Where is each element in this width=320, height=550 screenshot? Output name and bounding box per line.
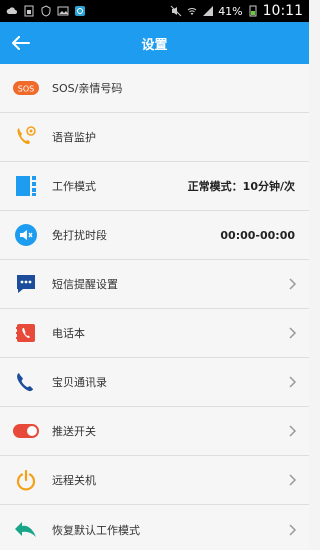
- setting-label: 语音监护: [52, 131, 96, 144]
- phone-monitor-icon: [12, 123, 40, 151]
- setting-restore-default[interactable]: 恢复默认工作模式: [0, 505, 309, 550]
- sms-icon: [12, 270, 40, 298]
- page-title: 设置: [141, 37, 168, 53]
- setting-sms-reminder[interactable]: 短信提醒设置: [0, 260, 309, 309]
- mute-speaker-icon: [12, 221, 40, 249]
- setting-label: 短信提醒设置: [52, 278, 118, 291]
- setting-label: 恢复默认工作模式: [52, 523, 140, 537]
- battery-icon: [249, 5, 257, 17]
- chevron-right-icon: [287, 523, 299, 536]
- setting-do-not-disturb[interactable]: 免打扰时段 00:00-00:00: [0, 211, 309, 260]
- setting-work-mode[interactable]: 工作模式 正常模式：10分钟/次: [0, 162, 309, 211]
- setting-baby-contacts[interactable]: 宝贝通讯录: [0, 358, 309, 407]
- setting-voice-monitor[interactable]: 语音监护: [0, 113, 309, 162]
- setting-label: 免打扰时段: [52, 229, 107, 242]
- status-bar-right: 41% 10:11: [170, 3, 303, 19]
- sim-icon: [24, 5, 34, 17]
- image-icon: [57, 6, 69, 16]
- cloud-icon: [6, 7, 17, 14]
- setting-label: 工作模式: [52, 180, 96, 193]
- back-button[interactable]: [8, 30, 34, 56]
- setting-push-switch[interactable]: 推送开关: [0, 407, 309, 456]
- setting-value: 00:00-00:00: [220, 228, 295, 242]
- chevron-right-icon: [287, 474, 299, 486]
- shield-icon: [41, 5, 51, 17]
- restore-icon: [12, 516, 40, 544]
- chevron-right-icon: [287, 327, 299, 339]
- signal-icon: [203, 6, 214, 16]
- setting-value: 正常模式：10分钟/次: [187, 180, 295, 193]
- mute-icon: [170, 5, 182, 17]
- battery-percent: 41%: [218, 4, 243, 18]
- status-time: 10:11: [262, 3, 303, 19]
- setting-remote-shutdown[interactable]: 远程关机: [0, 456, 309, 505]
- settings-list: SOS SOS/亲情号码 语音监护 工作模式 正常模式：10分钟/次 免打扰时段…: [0, 64, 309, 550]
- setting-label: 推送开关: [52, 425, 96, 438]
- setting-label: 宝贝通讯录: [52, 376, 107, 389]
- toggle-icon: [12, 417, 40, 445]
- setting-label: 电话本: [52, 327, 85, 340]
- power-icon: [12, 466, 40, 494]
- contacts-phone-icon: [12, 368, 40, 396]
- chevron-right-icon: [287, 425, 299, 437]
- phonebook-icon: [12, 319, 40, 347]
- sos-icon: SOS: [12, 74, 40, 102]
- status-bar-left: [6, 5, 86, 17]
- chevron-right-icon: [287, 278, 299, 290]
- app-bar: 设置: [0, 22, 309, 64]
- arrow-left-icon: [12, 36, 30, 50]
- work-mode-icon: [12, 172, 40, 200]
- app-icon: [75, 6, 85, 16]
- chevron-right-icon: [287, 376, 299, 388]
- status-bar: 41% 10:11: [0, 0, 309, 22]
- sos-icon-text: SOS: [18, 85, 34, 94]
- wifi-icon: [187, 8, 197, 15]
- setting-label: 远程关机: [52, 474, 96, 487]
- setting-sos-numbers[interactable]: SOS SOS/亲情号码: [0, 64, 309, 113]
- setting-label: SOS/亲情号码: [52, 82, 123, 95]
- setting-phonebook[interactable]: 电话本: [0, 309, 309, 358]
